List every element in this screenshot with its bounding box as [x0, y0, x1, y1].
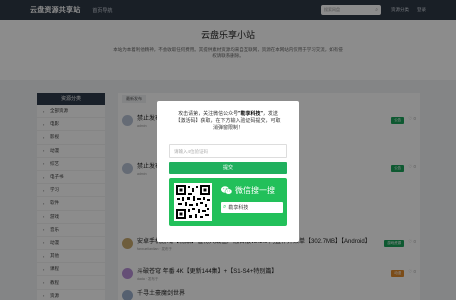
captcha-input[interactable]: 请输入4位验证码	[169, 144, 287, 158]
qr-code-graphic	[176, 185, 210, 219]
wechat-search-title: 微信搜一搜	[221, 185, 283, 196]
modal-line2: 【激活码】获取，在下方输入验证码提交，可取	[175, 118, 281, 124]
modal-line3: 消弹窗限制！	[212, 125, 243, 131]
verification-modal: 攻击请第，关注微信公众号"勒享科技"，发送 【激活码】获取，在下方输入验证码提交…	[157, 101, 299, 242]
modal-brand: "勒享科技"	[238, 111, 263, 117]
wechat-search-panel: 微信搜一搜 ⌕ 勒享科技	[221, 185, 283, 213]
wechat-search-card: 微信搜一搜 ⌕ 勒享科技	[169, 178, 287, 226]
wechat-icon	[221, 186, 232, 195]
captcha-placeholder: 请输入4位验证码	[174, 149, 209, 154]
modal-line1-end: ，发送	[262, 111, 278, 117]
modal-line1: 攻击请第，关注微信公众号	[178, 111, 239, 117]
submit-button[interactable]: 提交	[169, 162, 287, 174]
qr-code	[174, 183, 212, 221]
wechat-account-box[interactable]: ⌕ 勒享科技	[221, 202, 283, 213]
search-icon: ⌕	[223, 204, 227, 210]
wechat-search-label: 微信搜一搜	[235, 186, 275, 195]
modal-message: 攻击请第，关注微信公众号"勒享科技"，发送 【激活码】获取，在下方输入验证码提交…	[157, 101, 299, 132]
wechat-account-name: 勒享科技	[228, 205, 249, 211]
